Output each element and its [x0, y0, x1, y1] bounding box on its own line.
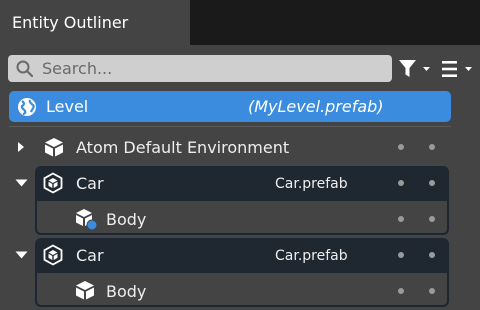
cube-icon	[76, 281, 94, 300]
options-menu-button[interactable]	[440, 58, 476, 80]
lock-toggle[interactable]	[429, 252, 435, 258]
entity-label: Body	[106, 210, 147, 229]
collapse-arrow-icon[interactable]	[15, 251, 28, 259]
divider	[9, 126, 451, 127]
visibility-toggle[interactable]	[398, 144, 404, 150]
lock-toggle[interactable]	[429, 180, 435, 186]
lock-toggle[interactable]	[429, 288, 435, 294]
entity-label: Car	[76, 246, 104, 265]
visibility-toggle[interactable]	[398, 216, 404, 222]
lock-toggle[interactable]	[429, 144, 435, 150]
cube-icon	[45, 138, 63, 157]
expand-arrow-icon[interactable]	[17, 141, 25, 153]
search-icon	[16, 60, 33, 77]
visibility-toggle[interactable]	[398, 180, 404, 186]
cube-component-icon	[76, 209, 98, 231]
collapse-arrow-icon[interactable]	[15, 179, 28, 187]
visibility-toggle[interactable]	[398, 252, 404, 258]
panel-title: Entity Outliner	[12, 13, 129, 32]
child-entity-row[interactable]	[37, 274, 447, 306]
search-input[interactable]	[42, 57, 382, 79]
chevron-down-icon	[465, 67, 472, 71]
visibility-toggle[interactable]	[398, 288, 404, 294]
prefab-icon	[43, 244, 63, 266]
prefab-file: Car.prefab	[275, 176, 348, 192]
lock-toggle[interactable]	[429, 216, 435, 222]
filter-icon	[399, 60, 430, 77]
entity-label: Body	[106, 282, 147, 301]
filter-button[interactable]	[398, 58, 434, 80]
child-entity-row[interactable]	[37, 202, 447, 234]
prefab-file: Car.prefab	[275, 248, 348, 264]
entity-label: Atom Default Environment	[76, 138, 290, 157]
level-label: Level	[46, 97, 89, 116]
chevron-down-icon	[423, 67, 430, 71]
hamburger-menu-icon	[442, 61, 472, 77]
level-prefab-file: (MyLevel.prefab)	[248, 97, 384, 116]
entity-label: Car	[76, 174, 104, 193]
prefab-icon	[43, 172, 63, 194]
globe-icon	[18, 98, 36, 116]
